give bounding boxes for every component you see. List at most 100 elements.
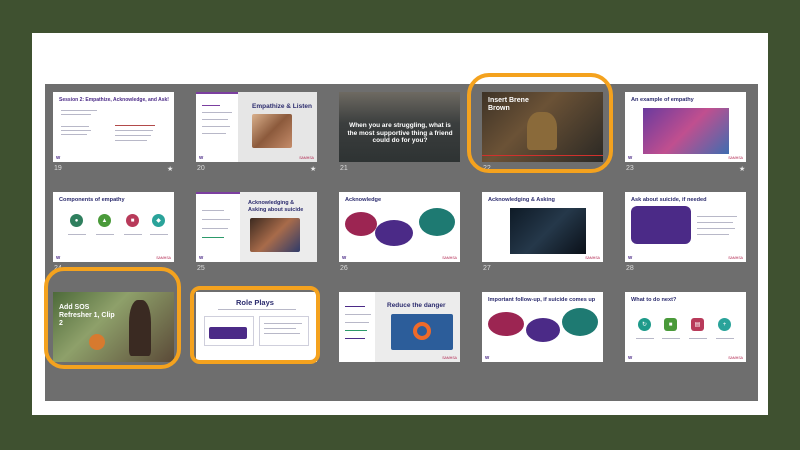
logo: W [342, 255, 347, 260]
text-line [697, 228, 735, 230]
logo: SAMHSA [728, 256, 743, 260]
slide-number: 21 [340, 165, 348, 172]
slide-number: 27 [483, 265, 491, 272]
text-line [61, 126, 89, 128]
slide-thumbnail-33[interactable]: What to do next? ↻ ■ ▤ + W SAMHSA [625, 292, 746, 362]
highlight-outline [190, 286, 320, 364]
plus-icon: + [718, 318, 731, 331]
slide-number: 23 [626, 165, 634, 172]
text-line [115, 140, 147, 142]
text-line [697, 234, 729, 236]
text-line [202, 133, 226, 135]
slide-title: Acknowledging & Asking about suicide [248, 200, 304, 213]
text-line [636, 338, 654, 340]
photo [643, 108, 729, 154]
slide-thumbnail-26[interactable]: Acknowledge W SAMHSA [339, 192, 460, 262]
photo [252, 114, 292, 148]
chat-icon: ■ [126, 214, 139, 227]
person-icon: ▲ [98, 214, 111, 227]
slide-title: Ask about suicide, if needed [631, 197, 707, 203]
speech-bubble [488, 312, 524, 336]
text-line [716, 338, 734, 340]
slide-thumbnail-25[interactable]: Acknowledging & Asking about suicide W [196, 192, 317, 262]
video-frame [510, 208, 586, 254]
text-line [202, 228, 228, 230]
logo: W [628, 255, 633, 260]
slide-title: Session 2: Empathize, Acknowledge, and A… [59, 97, 169, 103]
slide-thumbnail-31[interactable]: Reduce the danger SAMHSA [339, 292, 460, 362]
logo: SAMHSA [728, 156, 743, 160]
slide-thumbnail-23[interactable]: An example of empathy W SAMHSA [625, 92, 746, 162]
star-icon: ★ [167, 166, 174, 173]
slide-title: An example of empathy [631, 97, 694, 103]
slide-number: 28 [626, 265, 634, 272]
highlight-outline [44, 267, 181, 369]
text-line [61, 130, 91, 132]
text-line [697, 216, 737, 218]
text-line [115, 125, 155, 127]
logo: SAMHSA [156, 256, 171, 260]
slide-number: 20 [197, 165, 205, 172]
speech-bubble [562, 308, 598, 336]
logo: W [56, 155, 61, 160]
logo: W [56, 255, 61, 260]
logo: SAMHSA [442, 256, 457, 260]
logo: SAMHSA [299, 156, 314, 160]
question-box [631, 206, 691, 244]
refresh-icon: ↻ [638, 318, 651, 331]
logo: W [628, 155, 633, 160]
slide-title: Acknowledge [345, 197, 382, 203]
highlight-outline [467, 73, 613, 173]
text-line [662, 338, 680, 340]
slide-title: Acknowledging & Asking [488, 197, 555, 203]
text-line [150, 234, 168, 236]
text-line [61, 114, 91, 116]
text-line [345, 330, 367, 332]
logo: W [199, 255, 204, 260]
text-line [202, 219, 230, 221]
logo: W [485, 355, 490, 360]
logo: W [199, 155, 204, 160]
photo [250, 218, 300, 252]
text-line [96, 234, 114, 236]
text-line [202, 237, 224, 239]
life-ring-icon [413, 322, 431, 340]
text-line [202, 126, 230, 128]
photo [391, 314, 453, 350]
speech-bubble [345, 212, 377, 236]
text-line [68, 234, 86, 236]
slide-thumbnail-27[interactable]: Acknowledging & Asking SAMHSA [482, 192, 603, 262]
text-line [202, 210, 224, 212]
text-line [115, 135, 151, 137]
text-line [202, 119, 228, 121]
speech-bubble [526, 318, 560, 342]
slide-caption: When you are struggling, what is the mos… [347, 122, 453, 144]
text-line [345, 306, 365, 308]
logo: SAMHSA [442, 356, 457, 360]
text-line [61, 110, 97, 112]
slide-number: 19 [54, 165, 62, 172]
text-line [61, 134, 87, 136]
slide-number: 25 [197, 265, 205, 272]
slide-title: Empathize & Listen [252, 103, 312, 110]
slide-thumbnail-28[interactable]: Ask about suicide, if needed W SAMHSA [625, 192, 746, 262]
slide-thumbnail-21[interactable]: When you are struggling, what is the mos… [339, 92, 460, 162]
text-line [345, 322, 369, 324]
speech-bubble [419, 208, 455, 236]
slide-thumbnail-32[interactable]: Important follow-up, if suicide comes up… [482, 292, 603, 362]
text-line [202, 112, 232, 114]
slide-thumbnail-24[interactable]: Components of empathy ● ▲ ■ ◆ W SAMHSA [53, 192, 174, 262]
slide-thumbnail-19[interactable]: Session 2: Empathize, Acknowledge, and A… [53, 92, 174, 162]
content-area: Session 2: Empathize, Acknowledge, and A… [32, 33, 768, 415]
logo: SAMHSA [585, 256, 600, 260]
speech-icon: ◆ [152, 214, 165, 227]
slide-title: What to do next? [631, 297, 677, 303]
slide-number: 26 [340, 265, 348, 272]
text-line [345, 314, 371, 316]
text-line [689, 338, 707, 340]
slide-thumbnail-20[interactable]: Empathize & Listen W SAMHSA [196, 92, 317, 162]
slide-title: Important follow-up, if suicide comes up [488, 297, 596, 303]
globe-icon: ● [70, 214, 83, 227]
document-icon: ▤ [691, 318, 704, 331]
text-line [345, 338, 365, 340]
